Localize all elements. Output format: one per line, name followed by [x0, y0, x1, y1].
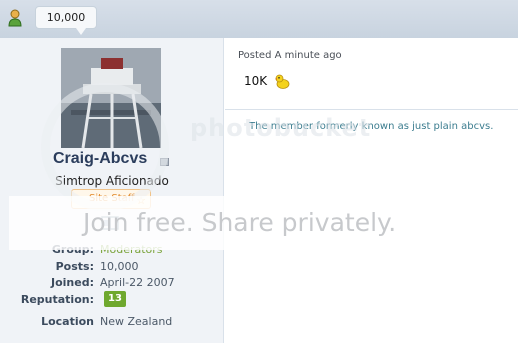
- signature-divider: [225, 109, 518, 110]
- top-bar: 10,000: [0, 0, 518, 38]
- posts-label: Posts:: [55, 260, 94, 273]
- joined-label: Joined:: [51, 276, 94, 289]
- user-icon[interactable]: [8, 9, 22, 27]
- reputation-row: Reputation: 13: [0, 291, 224, 307]
- post-count-bubble[interactable]: 10,000: [35, 6, 97, 35]
- post-text: 10K: [244, 74, 268, 88]
- watermark-banner: Join free. Share privately.: [9, 196, 441, 250]
- location-label: Location: [41, 315, 94, 328]
- reputation-badge[interactable]: 13: [104, 291, 126, 307]
- location-row: Location New Zealand: [0, 315, 224, 329]
- watermark-logo: photobucket: [190, 114, 372, 142]
- joined-value: April-22 2007: [100, 276, 175, 289]
- duck-icon: [274, 74, 290, 89]
- watermark-logo-icon: [41, 83, 169, 211]
- posts-value: 10,000: [100, 260, 139, 273]
- post-content: Posted A minute ago 10K The member forme…: [225, 38, 518, 343]
- post-body: 10K: [244, 73, 290, 89]
- joined-row: Joined: April-22 2007: [0, 276, 224, 290]
- location-value: New Zealand: [100, 315, 173, 328]
- post-timestamp: Posted A minute ago: [238, 50, 342, 61]
- posts-row: Posts: 10,000: [0, 260, 224, 274]
- reputation-label: Reputation:: [20, 293, 94, 306]
